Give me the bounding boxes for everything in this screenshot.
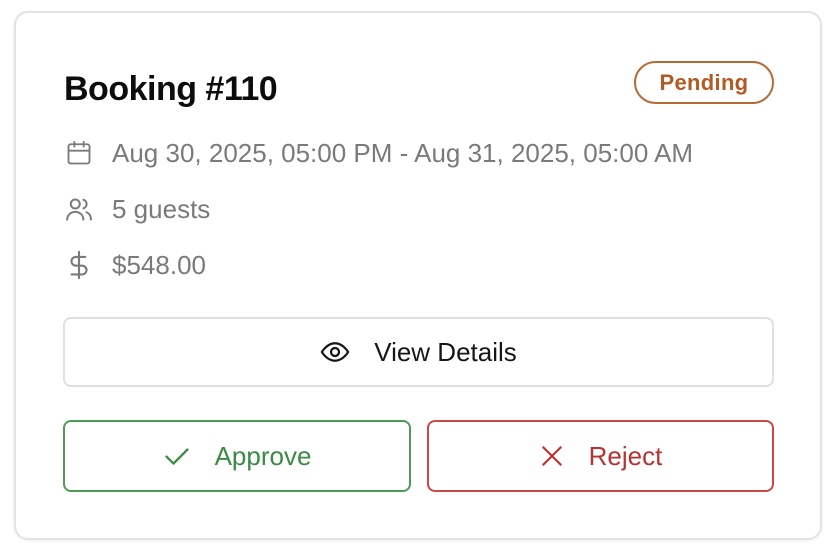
calendar-icon [64, 138, 94, 168]
check-icon [163, 442, 191, 470]
x-icon [539, 443, 565, 469]
approve-button[interactable]: Approve [63, 420, 411, 492]
booking-title: Booking #110 [64, 70, 278, 108]
approve-label: Approve [214, 440, 312, 471]
view-details-button[interactable]: View Details [63, 317, 774, 387]
view-details-label: View Details [374, 336, 517, 367]
users-icon [64, 194, 94, 224]
booking-guests-row: 5 guests [64, 192, 210, 226]
booking-date-row: Aug 30, 2025, 05:00 PM - Aug 31, 2025, 0… [64, 136, 693, 170]
status-badge: Pending [634, 61, 774, 104]
booking-guests-text: 5 guests [112, 193, 211, 224]
dollar-icon [64, 250, 94, 280]
booking-price-row: $548.00 [64, 248, 206, 282]
reject-label: Reject [588, 440, 663, 471]
booking-date-text: Aug 30, 2025, 05:00 PM - Aug 31, 2025, 0… [112, 137, 694, 168]
booking-price-text: $548.00 [112, 249, 206, 280]
reject-button[interactable]: Reject [427, 420, 774, 492]
eye-icon [320, 337, 350, 367]
